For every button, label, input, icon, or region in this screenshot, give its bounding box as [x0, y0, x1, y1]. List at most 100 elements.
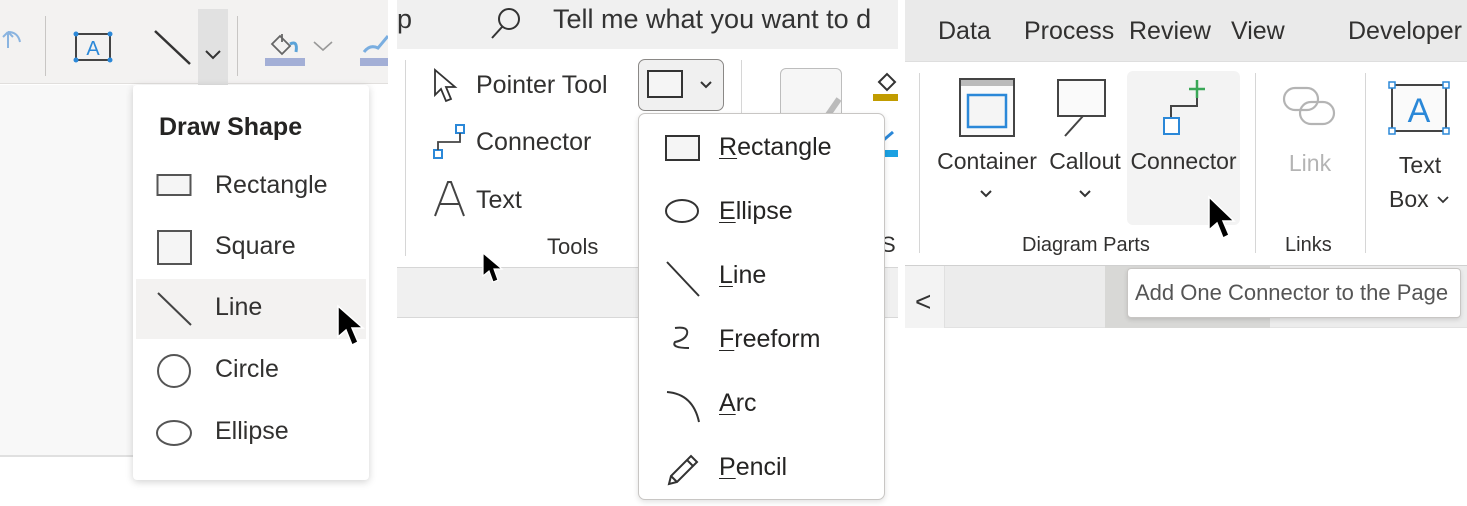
visio-insert-panel: Data Process Review View Developer Conta…	[905, 0, 1467, 506]
menu-item-label: Rectangle	[215, 171, 328, 199]
button-label: Container	[937, 148, 1037, 174]
tab-developer[interactable]: Developer	[1348, 17, 1462, 46]
shape-dropdown-button[interactable]	[638, 59, 724, 111]
menu-tab-fragment[interactable]: p	[397, 4, 412, 35]
svg-text:A: A	[1408, 92, 1431, 130]
fill-bucket-icon[interactable]	[264, 28, 308, 68]
menu-item-label: Line	[215, 293, 263, 321]
text-tool-button[interactable]: Text	[433, 180, 633, 222]
ribbon-divider	[1255, 73, 1256, 253]
menu-item-rectangle[interactable]: Rectangle	[639, 116, 884, 180]
fill-dropdown-chevron-icon[interactable]	[313, 40, 333, 52]
square-icon	[156, 230, 192, 266]
rectangle-icon	[156, 169, 192, 199]
ribbon-divider	[1365, 73, 1366, 253]
tab-process[interactable]: Process	[1024, 17, 1114, 46]
connector-add-icon	[1163, 78, 1213, 138]
tab-data[interactable]: Data	[938, 17, 991, 46]
toolbar-divider	[237, 16, 238, 76]
chevron-left-icon: <	[915, 286, 932, 317]
tool-label: Text	[476, 186, 522, 214]
chevron-down-icon	[980, 190, 992, 198]
button-label: Connector	[1130, 148, 1237, 174]
menu-item-label: Square	[215, 232, 296, 260]
fill-icon[interactable]	[873, 66, 898, 102]
arc-icon	[665, 388, 701, 424]
circle-icon	[156, 353, 192, 389]
menu-item-rectangle[interactable]: Rectangle	[136, 157, 366, 217]
brush-icon[interactable]	[360, 30, 388, 68]
nav-back-button[interactable]: <	[905, 266, 945, 328]
text-box-button[interactable]: A Text Box	[1375, 81, 1465, 212]
ellipse-icon	[156, 415, 192, 451]
button-label: Box	[1389, 186, 1429, 212]
menu-item-freeform[interactable]: Freeform	[639, 308, 884, 372]
link-icon	[1282, 84, 1338, 130]
container-icon	[959, 78, 1015, 138]
pencil-icon	[665, 452, 701, 488]
draw-shape-panel: A Draw Shape Rectangle Square Line Circl…	[0, 0, 388, 506]
search-bar[interactable]: p Tell me what you want to d	[397, 0, 898, 49]
shape-dropdown-button[interactable]	[198, 9, 228, 85]
rectangle-icon	[647, 70, 683, 100]
undo-icon[interactable]	[2, 26, 22, 50]
menu-item-label: Line	[719, 261, 767, 289]
tab-view[interactable]: View	[1231, 17, 1285, 46]
menu-item-ellipse[interactable]: Ellipse	[136, 403, 366, 463]
chevron-down-icon	[1079, 190, 1091, 198]
mouse-cursor-icon	[482, 251, 504, 286]
line-tool-icon[interactable]	[154, 30, 192, 66]
tool-label: Pointer Tool	[476, 71, 608, 99]
text-box-icon[interactable]: A	[73, 31, 113, 63]
ribbon-divider	[919, 73, 920, 253]
menu-title: Draw Shape	[159, 113, 303, 141]
menu-item-arc[interactable]: Arc	[639, 372, 884, 436]
tab-review[interactable]: Review	[1129, 17, 1211, 46]
group-label-diagram-parts: Diagram Parts	[1022, 234, 1150, 256]
svg-text:A: A	[86, 38, 100, 60]
pointer-tool-button[interactable]: Pointer Tool	[433, 68, 633, 108]
line-icon	[665, 260, 701, 298]
menu-item-label: Freeform	[719, 325, 821, 353]
tooltip-text: Add One Connector to the Page	[1135, 280, 1449, 305]
menu-item-label: Ellipse	[719, 197, 793, 225]
search-icon	[490, 6, 522, 40]
search-input[interactable]: Tell me what you want to d	[553, 4, 871, 35]
menu-item-label: Ellipse	[215, 417, 289, 445]
menu-item-ellipse[interactable]: Ellipse	[639, 180, 884, 244]
toolbar-divider	[45, 16, 46, 76]
connector-icon	[433, 124, 467, 160]
line-icon	[156, 291, 192, 327]
ribbon-divider	[405, 60, 406, 256]
pointer-icon	[433, 68, 459, 104]
shape-dropdown-menu: Rectangle Ellipse Line Freeform Arc Penc…	[638, 113, 885, 500]
menu-item-label: Circle	[215, 355, 279, 383]
text-box-icon: A	[1388, 81, 1450, 135]
freeform-icon	[669, 324, 699, 354]
callout-button[interactable]: Callout	[1045, 78, 1125, 208]
menu-item-square[interactable]: Square	[136, 218, 366, 278]
link-button[interactable]: Link	[1270, 84, 1350, 184]
menu-item-circle[interactable]: Circle	[136, 341, 366, 401]
connector-button[interactable]: Connector	[1127, 78, 1240, 208]
ribbon-tab-bar: Data Process Review View Developer	[905, 0, 1467, 62]
button-label: Callout	[1049, 148, 1121, 174]
menu-item-line[interactable]: Line	[639, 244, 884, 308]
chevron-down-icon	[699, 80, 713, 90]
menu-item-label: Arc	[719, 389, 757, 417]
fill-color-swatch	[873, 94, 898, 101]
chevron-down-icon	[1437, 196, 1449, 204]
tooltip: Add One Connector to the Page	[1127, 268, 1461, 318]
connector-tool-button[interactable]: Connector	[433, 124, 633, 164]
group-label-tools: Tools	[547, 234, 599, 259]
menu-item-label: Rectangle	[719, 133, 832, 161]
menu-item-line[interactable]: Line	[136, 279, 366, 339]
draw-shape-menu: Draw Shape Rectangle Square Line Circle	[133, 85, 369, 480]
mouse-cursor-icon	[1208, 195, 1236, 242]
container-button[interactable]: Container	[937, 78, 1037, 208]
text-icon	[433, 180, 465, 218]
visio-tools-panel: p Tell me what you want to d Pointer Too…	[397, 0, 898, 506]
menu-item-pencil[interactable]: Pencil	[639, 436, 884, 500]
drawing-canvas	[0, 85, 133, 457]
menu-item-label: Pencil	[719, 453, 788, 481]
